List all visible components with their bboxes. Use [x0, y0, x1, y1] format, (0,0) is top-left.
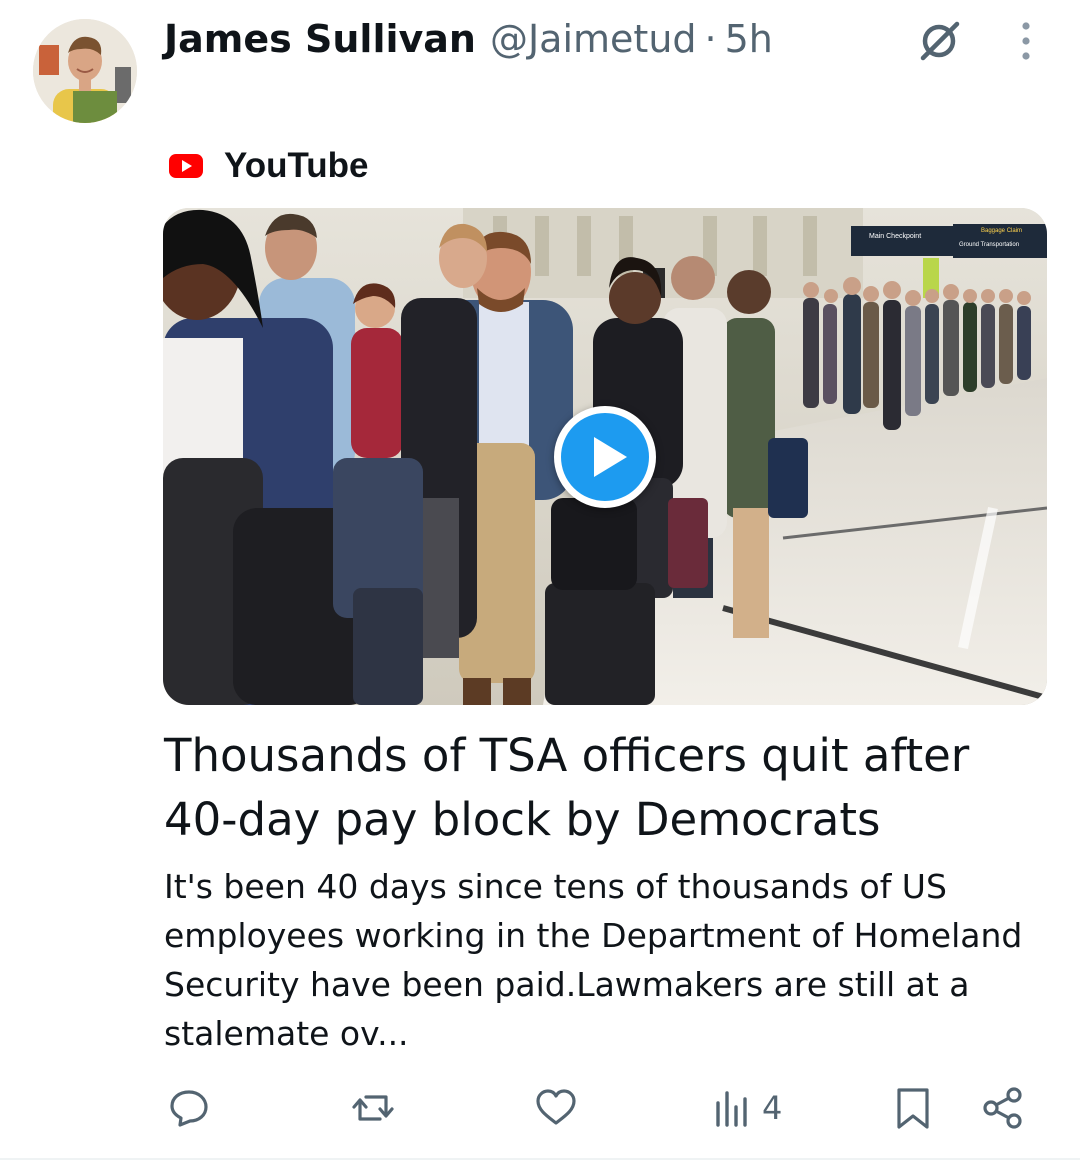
- repost-icon: [352, 1095, 394, 1121]
- bookmark-button[interactable]: [890, 1082, 936, 1134]
- video-play-button[interactable]: [554, 406, 656, 508]
- card-source-name: YouTube: [224, 146, 369, 185]
- reply-icon: [170, 1090, 208, 1127]
- separator-dot: ·: [704, 17, 717, 61]
- bookmark-icon: [897, 1088, 929, 1129]
- sign-ground-transport: Ground Transportation: [959, 242, 1019, 248]
- like-button[interactable]: [533, 1082, 585, 1134]
- card-headline[interactable]: Thousands of TSA officers quit after 40-…: [164, 724, 1044, 852]
- play-icon: [594, 437, 627, 477]
- card-source[interactable]: YouTube: [168, 142, 369, 190]
- reply-button[interactable]: [166, 1082, 218, 1134]
- author-handle[interactable]: @Jaimetud: [490, 14, 697, 64]
- heart-icon: [536, 1089, 576, 1125]
- share-icon: [983, 1087, 1022, 1129]
- views-icon: [716, 1091, 747, 1127]
- views-button[interactable]: 4: [710, 1082, 782, 1134]
- author-display-name[interactable]: James Sullivan: [164, 14, 476, 64]
- avatar[interactable]: [33, 19, 137, 123]
- share-button[interactable]: [980, 1082, 1026, 1134]
- post-divider: [0, 1158, 1080, 1160]
- youtube-icon: [169, 154, 203, 178]
- repost-button[interactable]: [350, 1082, 402, 1134]
- post-time[interactable]: 5h: [725, 14, 773, 64]
- post-header: James Sullivan @Jaimetud · 5h: [164, 14, 773, 64]
- card-description[interactable]: It's been 40 days since tens of thousand…: [164, 862, 1044, 1058]
- avatar-image: [33, 19, 137, 123]
- post-actions: 4: [0, 1082, 1080, 1134]
- grok-icon[interactable]: [915, 16, 963, 64]
- more-vertical-icon[interactable]: [1010, 18, 1042, 64]
- video-thumbnail[interactable]: Main Checkpoint Baggage Claim Ground Tra…: [163, 208, 1047, 705]
- sign-baggage-claim: Baggage Claim: [981, 228, 1022, 234]
- views-count: 4: [762, 1089, 783, 1127]
- sign-main-checkpoint: Main Checkpoint: [869, 233, 921, 240]
